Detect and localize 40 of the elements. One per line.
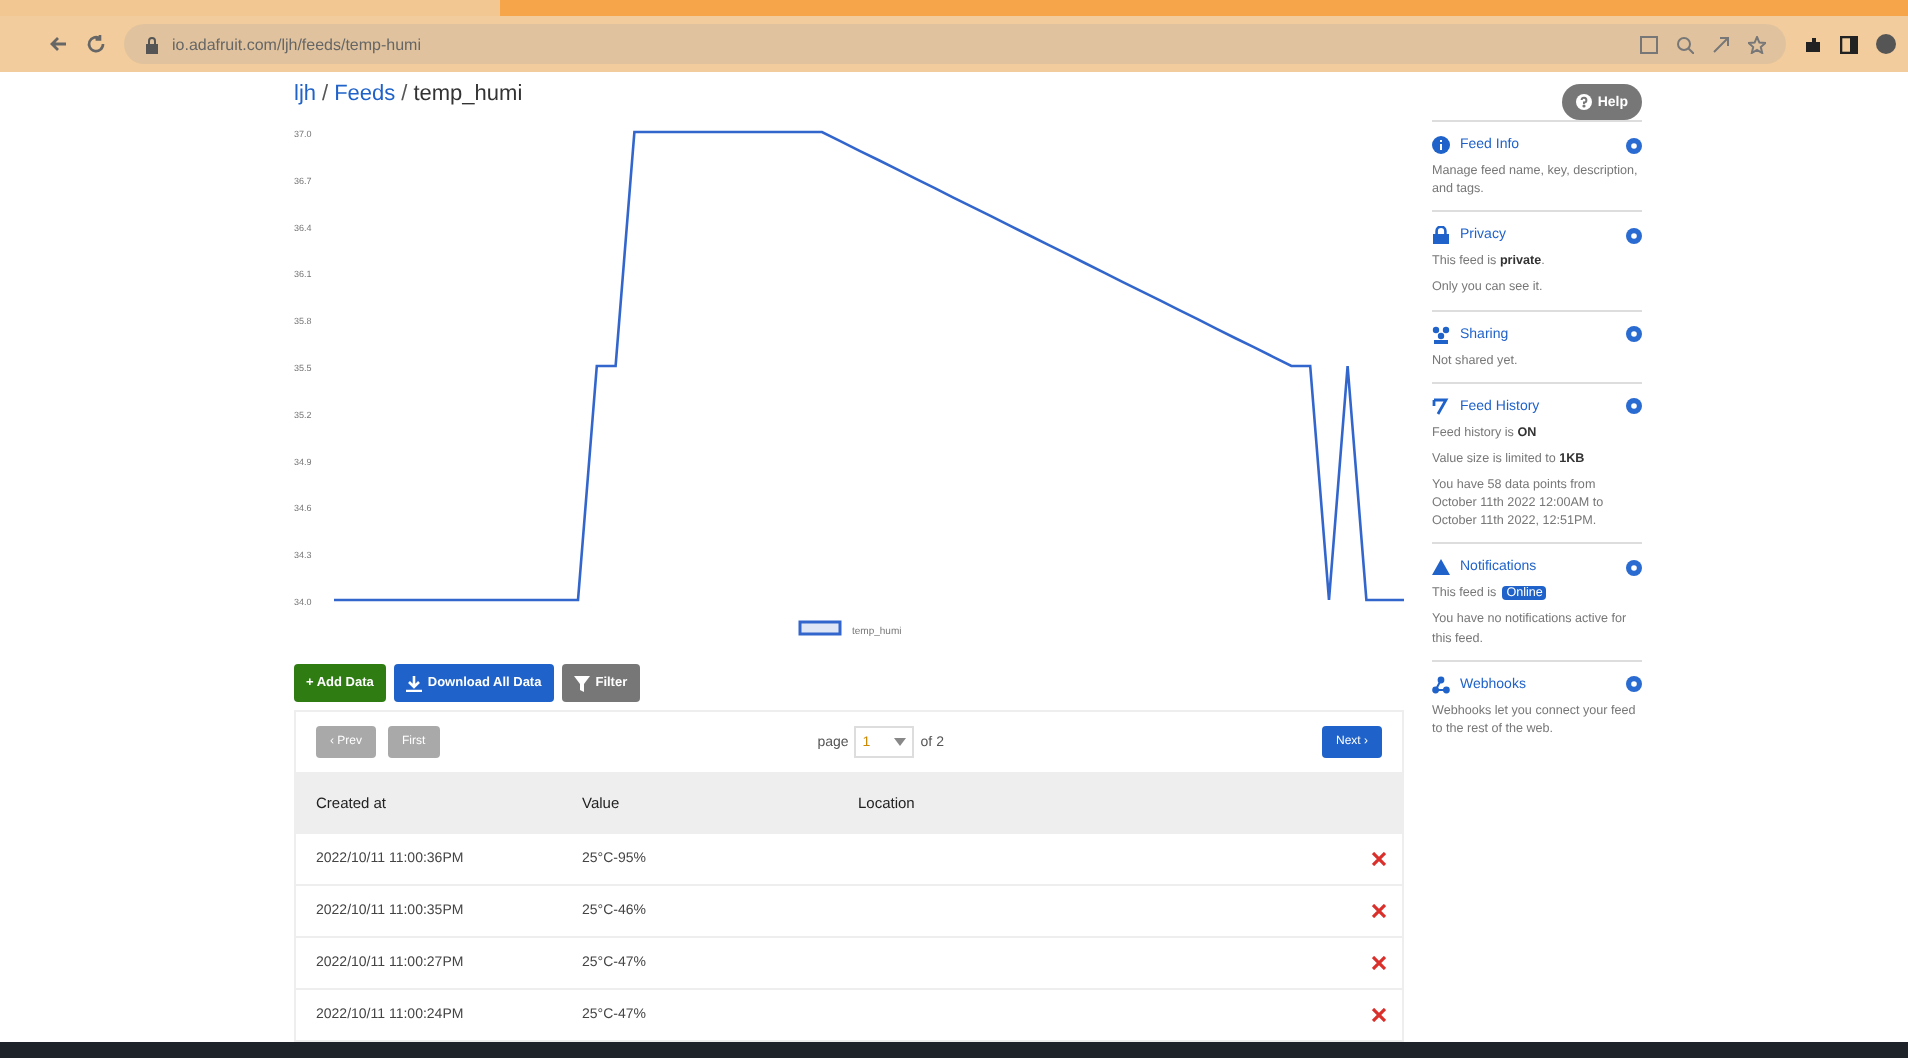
close-icon xyxy=(1372,852,1386,866)
page-title: temp_humi xyxy=(413,82,523,106)
lock-icon xyxy=(1432,226,1450,245)
extensions-icon xyxy=(1804,35,1822,53)
delete-button[interactable] xyxy=(1370,850,1388,868)
sidepanel-icon xyxy=(1840,35,1858,53)
legend-swatch xyxy=(798,620,842,636)
settings-icon xyxy=(1626,326,1642,342)
settings-icon xyxy=(1626,676,1642,693)
info-icon xyxy=(1432,136,1450,154)
delete-button[interactable] xyxy=(1370,1006,1388,1024)
settings-icon xyxy=(1626,227,1642,244)
crumb-link[interactable]: Feeds xyxy=(334,82,396,106)
separator: / xyxy=(401,82,408,106)
settings-icon xyxy=(1626,398,1642,415)
share-icon xyxy=(1712,35,1730,53)
delete-button[interactable] xyxy=(1370,902,1388,920)
settings-icon xyxy=(1626,559,1642,576)
url-text: io.adafruit.com/ljh/feeds/temp-humi xyxy=(172,35,423,53)
star-icon xyxy=(1748,35,1766,53)
reload-icon xyxy=(86,34,106,54)
people-icon xyxy=(1432,325,1450,343)
caret-icon xyxy=(894,738,907,746)
crumb-link[interactable]: ljh xyxy=(294,82,317,106)
address-bar[interactable]: io.adafruit.com/ljh/feeds/temp-humi xyxy=(124,24,1786,64)
close-icon xyxy=(1372,1008,1386,1022)
delete-button[interactable] xyxy=(1370,954,1388,972)
lock-icon xyxy=(144,35,160,53)
warning-icon xyxy=(1432,558,1450,577)
back-icon xyxy=(48,34,68,54)
filter-icon xyxy=(573,675,590,691)
settings-icon xyxy=(1626,137,1642,153)
separator: / xyxy=(322,82,329,106)
webhook-icon xyxy=(1432,675,1450,694)
avatar-icon xyxy=(1876,34,1896,54)
help-icon xyxy=(1575,94,1592,110)
download-icon xyxy=(405,675,422,691)
close-icon xyxy=(1372,904,1386,918)
zoom-icon xyxy=(1676,35,1694,53)
close-icon xyxy=(1372,956,1386,970)
